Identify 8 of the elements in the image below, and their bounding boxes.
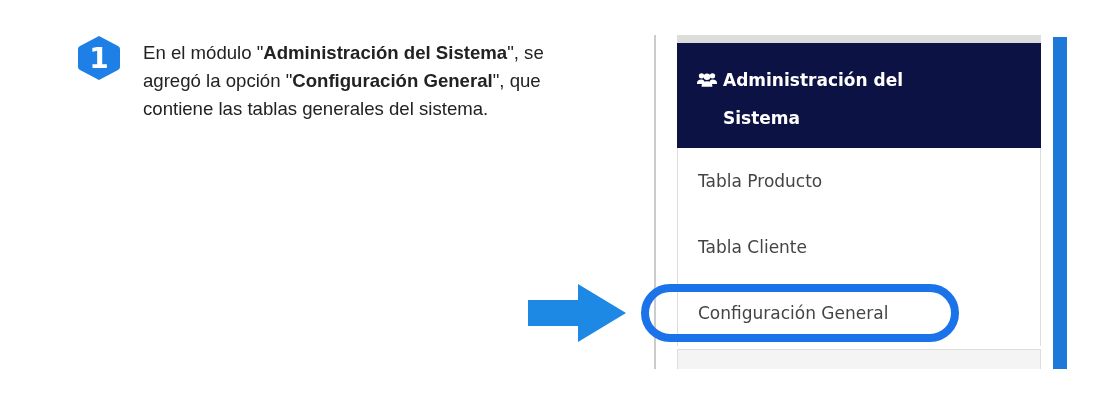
users-icon <box>697 71 717 88</box>
step-number-badge: 1 <box>77 35 121 81</box>
instruction-text: En el módulo "Administración del Sistema", se agregó la opción "Configuración General", que contiene las tablas generales del sistema. <box>143 41 545 121</box>
menu-item[interactable]: Configuración General <box>698 303 889 323</box>
menu-item[interactable]: Tabla Cliente <box>698 237 807 257</box>
arrow-icon <box>528 284 626 342</box>
menu-header-title: Administración del Sistema <box>723 69 905 130</box>
menu-item[interactable]: Tabla Producto <box>698 171 823 191</box>
